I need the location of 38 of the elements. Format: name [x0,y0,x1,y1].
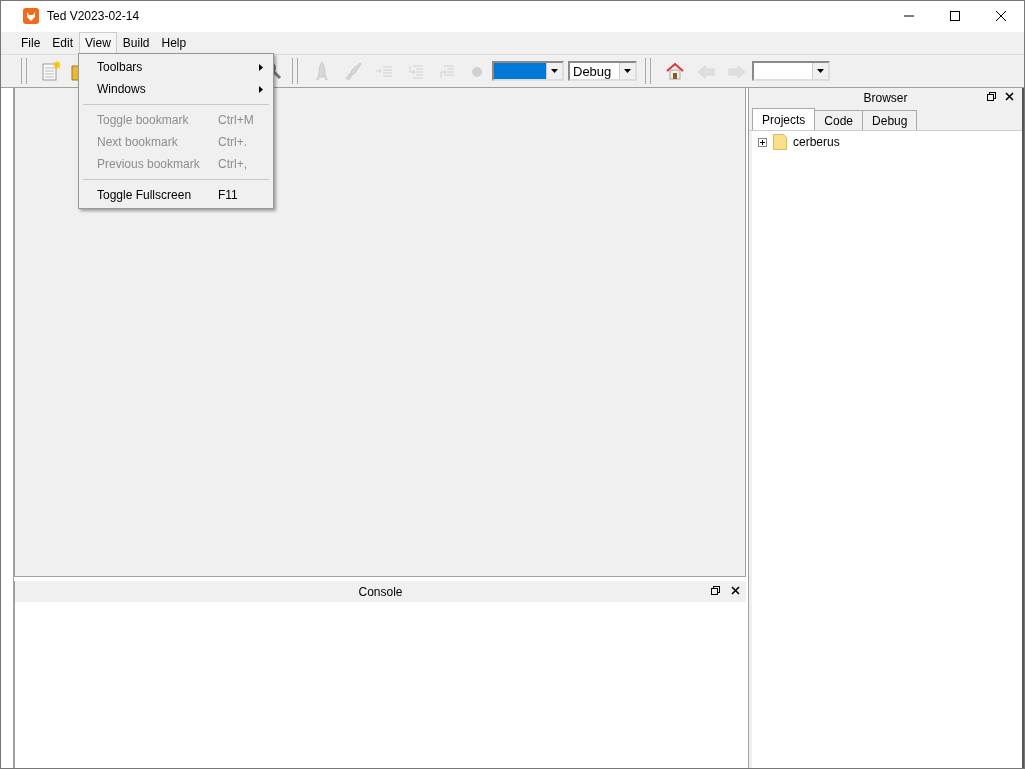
dropdown[interactable]: Debug [568,61,637,81]
folder-icon [773,134,787,150]
menu-item[interactable]: Help [155,32,193,54]
window-title: Ted V2023-02-14 [47,9,140,23]
shortcut-label: F11 [218,188,239,202]
caret-icon [817,69,824,73]
restore-icon[interactable] [987,92,996,101]
menu-option[interactable]: Toolbars [79,56,273,78]
tab[interactable]: Projects [752,108,816,130]
menu-option: Next bookmark Ctrl+. [79,131,273,153]
menu-option[interactable]: Windows [79,78,273,100]
expand-icon[interactable] [758,137,767,147]
shortcut-label: Ctrl+M [218,113,255,127]
caret-icon [624,69,631,73]
close-icon[interactable] [731,586,740,595]
shortcut-label: Ctrl+, [218,157,248,171]
menu-item[interactable]: File [15,32,47,54]
app-logo-icon [23,8,39,24]
shortcut-label: Ctrl+. [218,135,248,149]
caret-icon [551,69,558,73]
dropdown[interactable] [492,61,564,81]
panel-title: Console [358,584,403,599]
menu-option: Toggle bookmark Ctrl+M [79,109,273,131]
menu-item[interactable]: Edit [46,32,80,54]
menu-option: Previous bookmark Ctrl+, [79,153,273,175]
maximize-icon[interactable] [950,11,960,21]
panel-title: Browser [863,91,908,105]
close-icon[interactable] [1005,92,1014,101]
tree-item[interactable]: cerberus [793,135,840,149]
submenu-arrow-icon [259,63,263,71]
dropdown[interactable] [752,61,830,81]
tab[interactable]: Debug [862,110,918,130]
restore-icon[interactable] [711,586,720,595]
menu-item[interactable]: View [79,32,117,54]
submenu-arrow-icon [259,85,263,93]
menu-option[interactable]: Toggle Fullscreen F11 [79,184,273,206]
menu-item[interactable]: Build [116,32,156,54]
close-icon[interactable] [996,11,1006,21]
